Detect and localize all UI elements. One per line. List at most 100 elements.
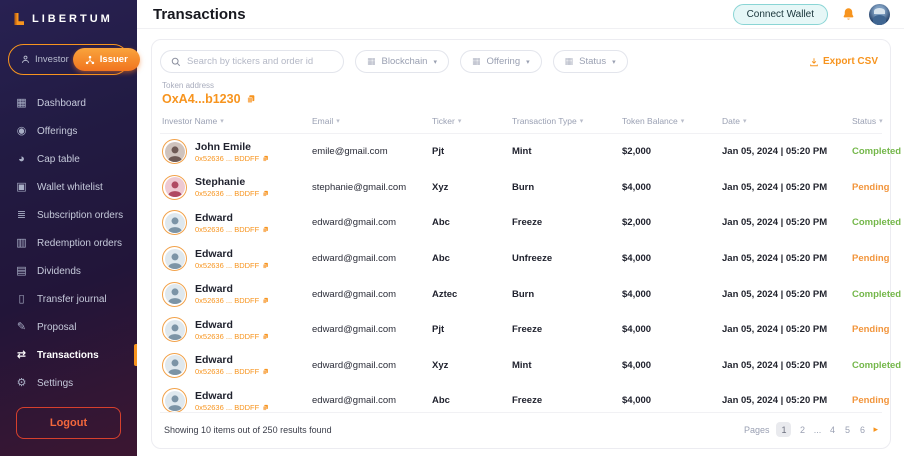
copy-icon[interactable] <box>262 262 269 269</box>
filter-label: Offering <box>487 56 521 67</box>
search-input[interactable] <box>187 56 333 67</box>
sidebar-item-subscription-orders[interactable]: ≣Subscription orders <box>0 201 137 229</box>
email-cell: edward@gmail.com <box>312 253 432 264</box>
transactions-card: ▦Blockchain▾▦ Offering ▾ ▦Status▾ Export CS… <box>151 39 891 449</box>
page-button-5[interactable]: 5 <box>843 425 851 435</box>
copy-icon[interactable] <box>262 404 269 411</box>
sidebar-item-transfer-journal[interactable]: ▯Transfer journal <box>0 285 137 313</box>
transaction-type-cell: Burn <box>512 289 622 300</box>
investor-wallet-address[interactable]: 0x52636 ... BDDFF <box>195 367 269 376</box>
table-body: John Emile0x52636 ... BDDFF emile@gmail.… <box>160 134 882 412</box>
settings-icon: ⚙ <box>15 378 28 389</box>
filter-blockchain-dropdown[interactable]: ▦Blockchain▾ <box>355 50 449 73</box>
brand-logo-row: LIBERTUM <box>0 0 137 32</box>
table-row[interactable]: Edward0x52636 ... BDDFF edward@gmail.com… <box>160 312 882 348</box>
investor-wallet-address[interactable]: 0x52636 ... BDDFF <box>195 225 269 234</box>
page-button-4[interactable]: 4 <box>828 425 836 435</box>
column-header-token-balance[interactable]: Token Balance▾ <box>622 116 722 126</box>
table-row[interactable]: Edward0x52636 ... BDDFF edward@gmail.com… <box>160 276 882 312</box>
investor-person-icon <box>21 55 30 64</box>
status-badge: Pending <box>852 253 889 264</box>
investor-name: John Emile <box>195 141 269 153</box>
redemption-orders-icon: ▥ <box>15 238 28 249</box>
investor-wallet-address[interactable]: 0x52636 ... BDDFF <box>195 296 269 305</box>
column-header-email[interactable]: Email▾ <box>312 116 432 126</box>
page-button-1[interactable]: 1 <box>776 422 791 437</box>
sidebar-nav: ▦Dashboard◉Offerings◕Cap table▣Wallet wh… <box>0 89 137 397</box>
toggle-issuer[interactable]: Issuer <box>73 48 140 71</box>
token-address-value: OxA4...b1230 <box>162 92 241 106</box>
page-button-6[interactable]: 6 <box>858 425 866 435</box>
sidebar-item-settings[interactable]: ⚙Settings <box>0 369 137 397</box>
date-cell: Jan 05, 2024 | 05:20 PM <box>722 395 852 406</box>
investor-wallet-address[interactable]: 0x52636 ... BDDFF <box>195 189 269 198</box>
token-address-label: Token address <box>162 81 880 90</box>
sidebar-item-dividends[interactable]: ▤Dividends <box>0 257 137 285</box>
ticker-cell: Pjt <box>432 324 512 335</box>
sort-caret-icon: ▾ <box>458 117 462 125</box>
table-row[interactable]: John Emile0x52636 ... BDDFF emile@gmail.… <box>160 134 882 170</box>
column-header-ticker[interactable]: Ticker▾ <box>432 116 512 126</box>
investor-wallet-address[interactable]: 0x52636 ... BDDFF <box>195 261 269 270</box>
column-header-status[interactable]: Status▾ <box>852 116 883 126</box>
sidebar-item-proposal[interactable]: ✎Proposal <box>0 313 137 341</box>
chevron-down-icon: ▾ <box>526 58 530 66</box>
table-row[interactable]: Edward0x52636 ... BDDFF edward@gmail.com… <box>160 241 882 277</box>
sidebar-item-label: Transactions <box>37 350 99 361</box>
ticker-cell: Abc <box>432 253 512 264</box>
copy-icon[interactable] <box>262 368 269 375</box>
column-header-date[interactable]: Date▾ <box>722 116 852 126</box>
sidebar-item-redemption-orders[interactable]: ▥ Redemption orders <box>0 229 137 257</box>
filter-offering-dropdown[interactable]: ▦Offering▾ <box>460 50 542 73</box>
filter-status-dropdown[interactable]: ▦Status▾ <box>553 50 628 73</box>
copy-icon[interactable] <box>262 190 269 197</box>
main-area: Transactions Connect Wallet ▦Blockchain▾… <box>137 0 904 456</box>
connect-wallet-button[interactable]: Connect Wallet <box>733 4 828 25</box>
dividends-icon: ▤ <box>15 266 28 277</box>
proposal-icon: ✎ <box>15 322 28 333</box>
copy-icon[interactable] <box>262 226 269 233</box>
page-button-2[interactable]: 2 <box>798 425 806 435</box>
sidebar-item-offerings[interactable]: ◉Offerings <box>0 117 137 145</box>
status-badge: Pending <box>852 182 889 193</box>
transaction-type-cell: Mint <box>512 146 622 157</box>
toggle-investor[interactable]: Investor <box>12 49 73 70</box>
sidebar-item-cap-table[interactable]: ◕Cap table <box>0 145 137 173</box>
sort-caret-icon: ▾ <box>743 117 747 125</box>
copy-icon[interactable] <box>262 333 269 340</box>
investor-wallet-address[interactable]: 0x52636 ... BDDFF <box>195 403 269 412</box>
column-header-transaction-type[interactable]: Transaction Type▾ <box>512 116 622 126</box>
investor-avatar <box>162 175 187 200</box>
notification-bell-icon[interactable] <box>841 7 856 22</box>
investor-wallet-address[interactable]: 0x52636 ... BDDFF <box>195 332 269 341</box>
investor-cell: John Emile0x52636 ... BDDFF <box>162 139 312 164</box>
sidebar-item-dashboard[interactable]: ▦Dashboard <box>0 89 137 117</box>
sidebar-item-label: Redemption orders <box>37 238 122 249</box>
copy-icon[interactable] <box>246 94 256 104</box>
investor-wallet-address[interactable]: 0x52636 ... BDDFF <box>195 154 269 163</box>
status-badge: Pending <box>852 395 889 406</box>
sidebar-item-wallet-whitelist[interactable]: ▣Wallet whitelist <box>0 173 137 201</box>
table-row[interactable]: Edward0x52636 ... BDDFF edward@gmail.com… <box>160 348 882 384</box>
filter-pills: ▦Blockchain▾▦ Offering ▾ ▦Status▾ <box>355 50 628 73</box>
email-cell: edward@gmail.com <box>312 324 432 335</box>
copy-icon[interactable] <box>262 155 269 162</box>
column-header-investor-name[interactable]: Investor Name▾ <box>162 116 312 126</box>
next-page-arrow[interactable]: ▸ <box>873 424 878 435</box>
user-avatar[interactable] <box>869 4 890 25</box>
table-row[interactable]: Edward0x52636 ... BDDFF edward@gmail.com… <box>160 205 882 241</box>
search-box[interactable] <box>160 50 344 73</box>
ticker-cell: Aztec <box>432 289 512 300</box>
export-csv-button[interactable]: Export CSV <box>809 56 882 67</box>
email-cell: edward@gmail.com <box>312 395 432 406</box>
date-cell: Jan 05, 2024 | 05:20 PM <box>722 182 852 193</box>
email-cell: edward@gmail.com <box>312 217 432 228</box>
logout-button[interactable]: Logout <box>16 407 121 439</box>
copy-icon[interactable] <box>262 297 269 304</box>
table-row[interactable]: Stephanie0x52636 ... BDDFF stephanie@gma… <box>160 170 882 206</box>
date-cell: Jan 05, 2024 | 05:20 PM <box>722 289 852 300</box>
grid-icon: ▦ <box>367 57 376 66</box>
sidebar-item-label: Transfer journal <box>37 294 107 305</box>
sidebar-item-transactions[interactable]: ⇄Transactions <box>0 341 137 369</box>
investor-avatar <box>162 388 187 413</box>
